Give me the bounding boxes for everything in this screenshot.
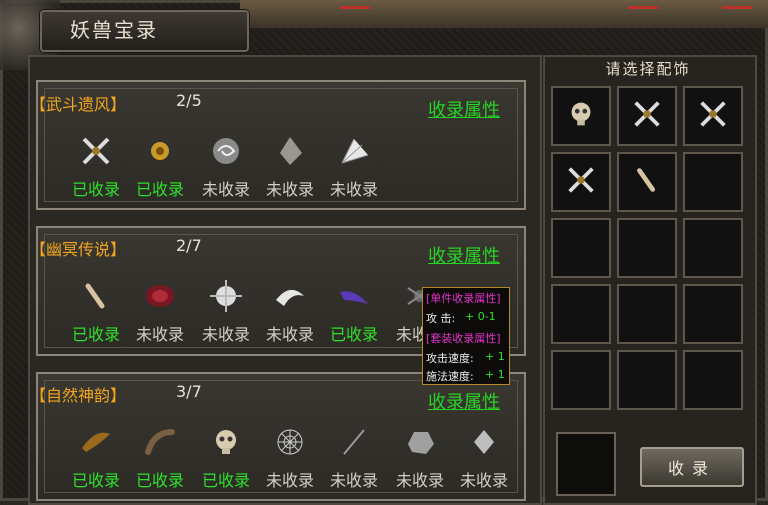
tooltip-atk-speed-label: 攻击速度: <box>426 352 474 365</box>
crossed-blades-icon <box>630 97 664 135</box>
horn-icon <box>139 421 181 463</box>
rock-icon <box>399 421 441 463</box>
window-title: 妖兽宝录 <box>70 18 158 42</box>
bone-icon <box>75 275 117 317</box>
accessory-slot[interactable] <box>617 350 677 410</box>
section-name: 【武斗遗风】 <box>30 95 127 114</box>
collection-item[interactable]: 未收录 <box>128 275 192 345</box>
collection-item[interactable]: 未收录 <box>194 130 258 200</box>
collection-item[interactable]: 未收录 <box>258 130 322 200</box>
item-status: 未收录 <box>265 471 314 490</box>
item-status: 未收录 <box>135 325 184 344</box>
crossed-blades-icon <box>696 97 730 135</box>
purple-claw-icon <box>333 275 375 317</box>
selected-accessory-slot[interactable] <box>556 432 616 496</box>
collection-item[interactable]: 已收录 <box>64 275 128 345</box>
item-status: 未收录 <box>201 325 250 344</box>
item-status: 未收录 <box>265 325 314 344</box>
accessory-slot[interactable] <box>683 152 743 212</box>
skull-icon <box>564 97 598 135</box>
collection-item[interactable]: 已收录 <box>128 421 192 491</box>
tooltip-attack-value: + 0-1 <box>465 310 496 323</box>
item-status: 已收录 <box>71 180 120 199</box>
item-status: 已收录 <box>201 471 250 490</box>
accessory-slot[interactable] <box>617 218 677 278</box>
section-count: 2/5 <box>176 91 202 110</box>
accessory-slot[interactable] <box>617 152 677 212</box>
collection-item[interactable]: 未收录 <box>388 421 452 491</box>
accessory-slot[interactable] <box>551 152 611 212</box>
collection-item[interactable]: 未收录 <box>452 421 516 491</box>
collection-item[interactable]: 未收录 <box>258 275 322 345</box>
collection-item[interactable]: 已收录 <box>64 130 128 200</box>
collection-item[interactable]: 已收录 <box>322 275 386 345</box>
collection-item[interactable]: 已收录 <box>194 421 258 491</box>
item-status: 已收录 <box>135 180 184 199</box>
item-status: 已收录 <box>329 325 378 344</box>
hp-bar <box>628 6 658 9</box>
item-status: 未收录 <box>459 471 508 490</box>
item-status: 未收录 <box>329 180 378 199</box>
crystal-icon <box>463 421 505 463</box>
accessory-slot[interactable] <box>683 284 743 344</box>
accessory-slot[interactable] <box>617 284 677 344</box>
section-count: 3/7 <box>176 382 202 401</box>
item-status: 已收录 <box>71 325 120 344</box>
skull-icon <box>205 421 247 463</box>
collection-item[interactable]: 未收录 <box>322 421 386 491</box>
attr-link-button[interactable]: 收录属性 <box>428 96 500 122</box>
red-scale-icon <box>139 275 181 317</box>
collection-item[interactable]: 已收录 <box>128 130 192 200</box>
bone-icon <box>630 163 664 201</box>
game-scene-strip <box>240 0 768 28</box>
section-name: 【自然神韵】 <box>30 386 127 405</box>
item-status: 未收录 <box>329 471 378 490</box>
stone-shard-icon <box>269 130 311 172</box>
crossed-blades-icon <box>564 163 598 201</box>
hp-bar <box>722 6 752 9</box>
accessory-slot[interactable] <box>551 350 611 410</box>
item-tooltip: [单件收录属性] 攻 击: + 0-1 [套装收录属性] 攻击速度: + 1 施… <box>422 287 510 385</box>
accessory-slot[interactable] <box>551 86 611 146</box>
tooltip-attack-label: 攻 击: <box>426 312 456 325</box>
collection-item[interactable]: 未收录 <box>258 421 322 491</box>
item-status: 未收录 <box>265 180 314 199</box>
golden-flower-icon <box>139 130 181 172</box>
hp-bar <box>340 6 370 9</box>
item-status: 未收录 <box>201 180 250 199</box>
attr-link-button[interactable]: 收录属性 <box>428 388 500 414</box>
white-fan-icon <box>333 130 375 172</box>
swirl-orb-icon <box>205 130 247 172</box>
section-count: 2/7 <box>176 236 202 255</box>
accessory-slot[interactable] <box>683 350 743 410</box>
collect-button[interactable]: 收录 <box>640 447 744 487</box>
spider-web-icon <box>269 421 311 463</box>
accessory-slot[interactable] <box>617 86 677 146</box>
tooltip-atk-speed-value: + 1 <box>485 350 505 363</box>
attr-link-button[interactable]: 收录属性 <box>428 242 500 268</box>
tooltip-single-header: [单件收录属性] <box>426 292 501 305</box>
feather-icon <box>75 421 117 463</box>
item-status: 已收录 <box>71 471 120 490</box>
accessory-slot[interactable] <box>551 284 611 344</box>
collection-item[interactable]: 已收录 <box>64 421 128 491</box>
white-claw-icon <box>269 275 311 317</box>
item-status: 已收录 <box>135 471 184 490</box>
tooltip-cast-speed-label: 施法速度: <box>426 370 474 383</box>
tooltip-set-header: [套装收录属性] <box>426 332 501 345</box>
accessory-panel-title: 请选择配饰 <box>605 60 691 78</box>
accessory-slot[interactable] <box>683 218 743 278</box>
crossed-blades-icon <box>75 130 117 172</box>
spiked-orb-icon <box>205 275 247 317</box>
accessory-slot[interactable] <box>551 218 611 278</box>
needle-icon <box>333 421 375 463</box>
accessory-slot[interactable] <box>683 86 743 146</box>
section-name: 【幽冥传说】 <box>30 240 127 259</box>
tooltip-cast-speed-value: + 1 <box>485 368 505 381</box>
collection-item[interactable]: 未收录 <box>194 275 258 345</box>
item-status: 未收录 <box>395 471 444 490</box>
collection-item[interactable]: 未收录 <box>322 130 386 200</box>
